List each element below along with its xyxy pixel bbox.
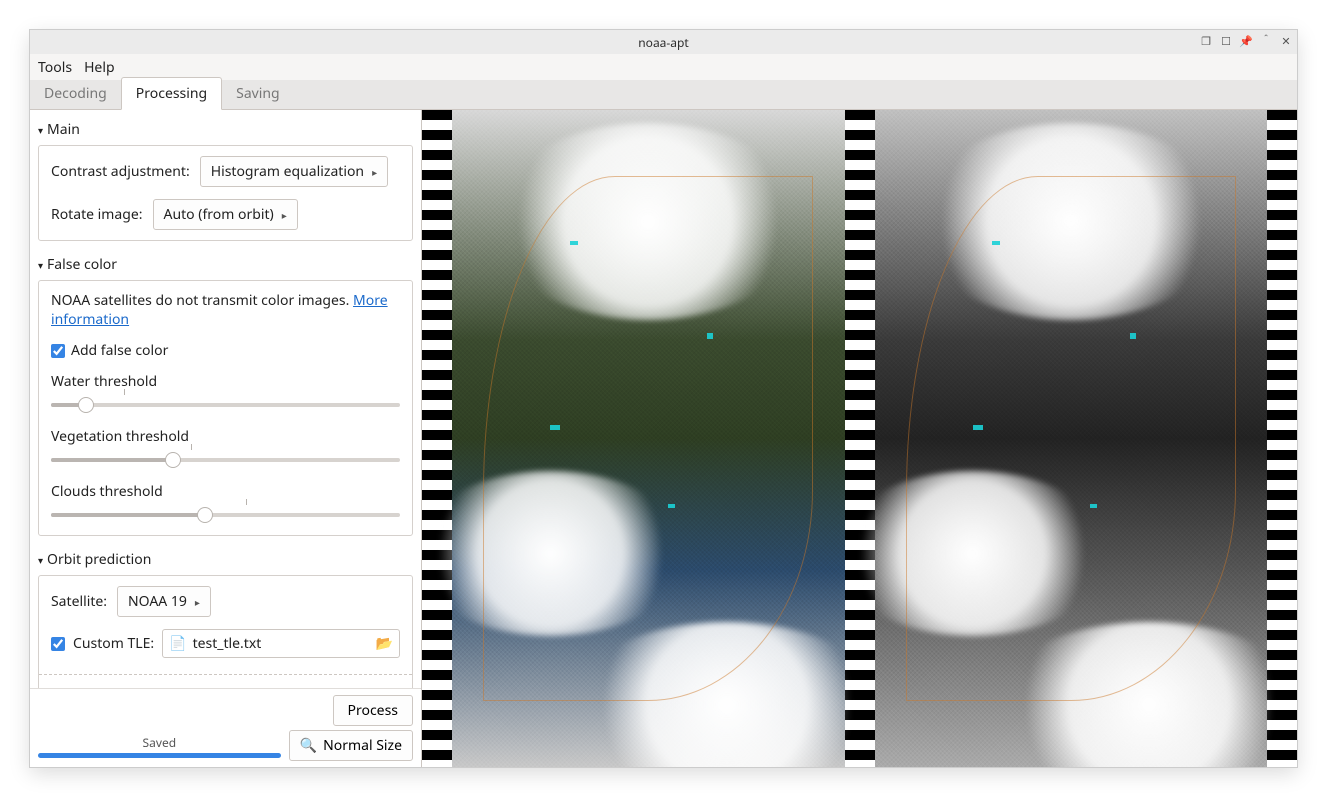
normal-size-label: Normal Size [323,736,402,755]
menu-help[interactable]: Help [84,58,115,77]
section-orbit: Satellite: NOAA 19 Custom TLE: 📄 test_tl… [38,575,413,688]
rotate-label: Rotate image: [51,205,143,224]
tab-decoding[interactable]: Decoding [30,78,121,109]
file-icon: 📄 [169,634,186,653]
status-text: Saved [143,734,177,751]
tle-file-chooser[interactable]: 📄 test_tle.txt 📂 [162,629,400,658]
normal-size-button[interactable]: 🔍 Normal Size [289,730,413,761]
sidebar: Main Contrast adjustment: Histogram equa… [30,110,422,767]
add-false-color-label: Add false color [71,341,168,360]
contrast-combo[interactable]: Histogram equalization [200,156,388,187]
open-file-icon: 📂 [376,634,393,653]
minimize-icon[interactable]: ＾ [1259,34,1273,48]
custom-tle-label: Custom TLE: [73,634,154,653]
false-color-info: NOAA satellites do not transmit color im… [51,291,400,329]
add-false-color-checkbox[interactable] [51,344,65,358]
image-preview[interactable] [422,110,1297,767]
contrast-label: Contrast adjustment: [51,162,190,181]
section-title-orbit[interactable]: Orbit prediction [38,544,413,575]
water-threshold-label: Water threshold [51,372,400,391]
vegetation-threshold-label: Vegetation threshold [51,427,400,446]
vegetation-threshold-slider[interactable] [51,450,400,470]
titlebar: noaa-apt ❐ ☐ 📌 ＾ ✕ [30,30,1297,54]
sidebar-footer: Process Saved 🔍 Normal Size [30,688,421,767]
restore-icon[interactable]: ❐ [1199,34,1213,48]
process-button[interactable]: Process [333,695,413,726]
progress-bar [38,753,281,758]
custom-tle-checkbox[interactable] [51,637,65,651]
satellite-combo[interactable]: NOAA 19 [117,586,211,617]
window-title: noaa-apt [638,34,688,51]
sidebar-scroll: Main Contrast adjustment: Histogram equa… [30,110,421,688]
clouds-threshold-label: Clouds threshold [51,482,400,501]
section-title-main[interactable]: Main [38,114,413,145]
tle-file-name: test_tle.txt [193,634,262,653]
tab-processing[interactable]: Processing [121,77,222,110]
section-main: Contrast adjustment: Histogram equalizat… [38,145,413,241]
preview-channel-b [875,110,1268,767]
section-title-false-color[interactable]: False color [38,249,413,280]
clouds-threshold-slider[interactable] [51,505,400,525]
water-threshold-slider[interactable] [51,395,400,415]
tabs: Decoding Processing Saving [30,80,1297,110]
pin-icon[interactable]: 📌 [1239,34,1253,48]
window-controls: ❐ ☐ 📌 ＾ ✕ [1199,34,1293,48]
close-icon[interactable]: ✕ [1279,34,1293,48]
preview-channel-a [452,110,845,767]
menubar: Tools Help [30,54,1297,80]
zoom-icon: 🔍 [300,736,317,755]
menu-tools[interactable]: Tools [38,58,72,77]
rotate-combo[interactable]: Auto (from orbit) [153,199,298,230]
false-color-info-text: NOAA satellites do not transmit color im… [51,291,353,310]
satellite-label: Satellite: [51,592,107,611]
section-false-color: NOAA satellites do not transmit color im… [38,280,413,536]
app-window: noaa-apt ❐ ☐ 📌 ＾ ✕ Tools Help Decoding P… [30,30,1297,767]
body: Main Contrast adjustment: Histogram equa… [30,110,1297,767]
sync-strip-left [422,110,452,767]
tab-saving[interactable]: Saving [222,78,294,109]
maximize-icon[interactable]: ☐ [1219,34,1233,48]
